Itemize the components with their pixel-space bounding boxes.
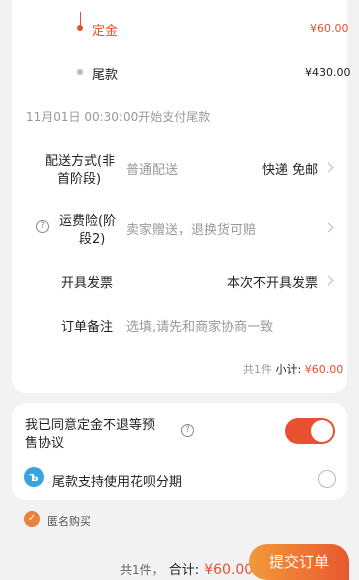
huabei-icon: ъ: [24, 467, 44, 487]
agreement-toggle[interactable]: [285, 418, 335, 444]
note-input[interactable]: 选填,请先和商家协商一致: [126, 316, 273, 335]
footer-total-label: 合计:: [168, 563, 200, 578]
invoice-value: 本次不开具发票: [227, 276, 319, 291]
insurance-label-line1: 运费险(阶: [59, 214, 117, 229]
help-icon[interactable]: ?: [36, 220, 49, 233]
delivery-label-line1: 配送方式(非: [45, 154, 116, 169]
subtotal: 共1件 小计: ¥60.00: [243, 361, 343, 377]
footer-total: 共1件， 合计: ¥60.00: [120, 559, 253, 578]
invoice-label: 开具发票: [61, 276, 114, 291]
deposit-label: 定金: [92, 24, 119, 39]
subtotal-count: 共1件: [243, 363, 272, 376]
balance-label: 尾款: [92, 68, 119, 83]
anonymous-label: 匿名购买: [47, 515, 91, 528]
timeline-line: [80, 12, 81, 27]
check-icon[interactable]: ✓: [24, 511, 40, 527]
insurance-value: 卖家赠送，退换货可赔: [126, 223, 257, 238]
balance-start-time: 11月01日 00:30:00开始支付尾款: [26, 110, 211, 124]
huabei-label: 尾款支持使用花呗分期: [52, 475, 183, 490]
balance-amount: ¥430.00: [305, 66, 351, 79]
note-label: 订单备注: [61, 320, 114, 335]
deposit-amount: ¥60.00: [310, 22, 349, 35]
toggle-knob: [311, 420, 333, 442]
delivery-value: 普通配送: [126, 163, 179, 178]
insurance-label-line2: 段2): [79, 232, 106, 247]
help-icon[interactable]: ?: [181, 424, 194, 437]
subtotal-label: 小计:: [275, 363, 302, 376]
subtotal-amount: ¥60.00: [304, 363, 344, 376]
huabei-radio[interactable]: [318, 470, 336, 488]
agreement-line1: 我已同意定金不退等预: [25, 418, 156, 433]
delivery-option: 快递 免邮: [262, 163, 319, 178]
footer-total-amount: ¥60.00: [204, 562, 254, 578]
submit-order-button[interactable]: 提交订单: [249, 544, 349, 580]
balance-dot: [77, 69, 83, 75]
delivery-label-line2: 首阶段): [57, 172, 102, 187]
footer-count: 共1件，: [120, 563, 164, 577]
agreement-line2: 售协议: [25, 436, 65, 451]
